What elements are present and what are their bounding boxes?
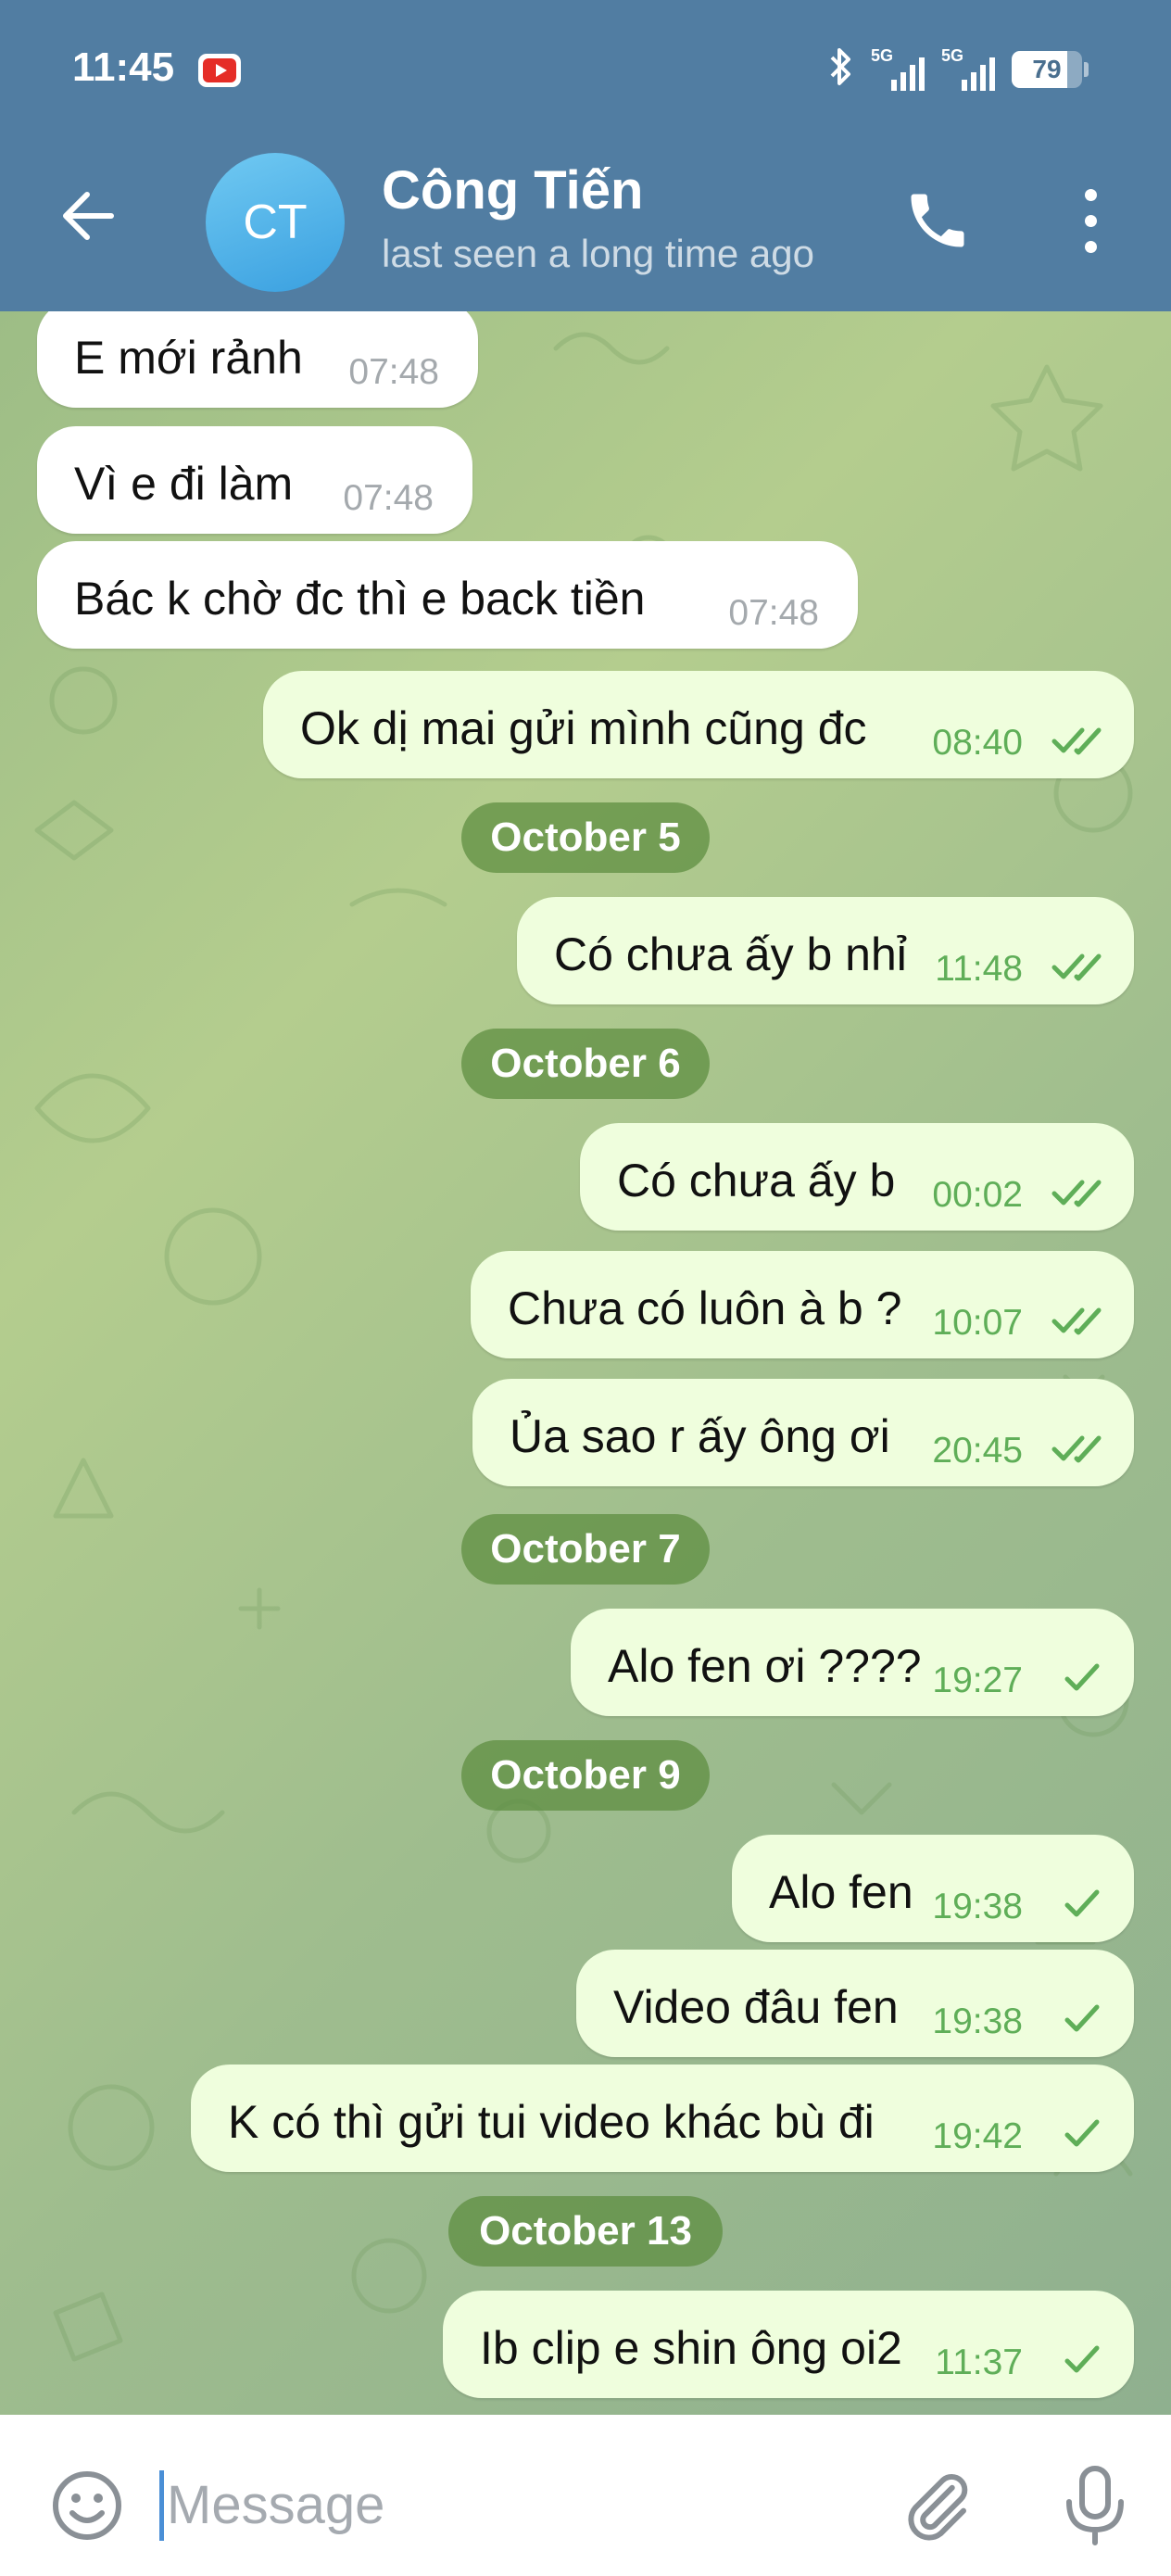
date-separator: October 13 [448,2196,723,2267]
message-text: Alo fen ơi ???? [608,1640,922,1692]
battery-icon: 79 [1012,51,1089,88]
message-bubble-outgoing[interactable]: Có chưa ấy b 00:02 [580,1123,1134,1231]
app-header: 11:45 5G 5G 79 CT Công Tiến last seen a … [0,0,1171,311]
double-check-icon [1051,1180,1102,1207]
message-time: 11:48 [935,949,1023,989]
status-icons: 5G 5G 79 [826,46,1089,94]
status-time: 11:45 [72,44,175,90]
message-time: 19:38 [932,2001,1023,2041]
double-check-icon [1051,953,1102,981]
message-bubble-outgoing[interactable]: K có thì gửi tui video khác bù đi 19:42 [191,2065,1134,2172]
youtube-icon [198,54,241,87]
message-time: 00:02 [932,1175,1023,1215]
avatar[interactable]: CT [206,153,345,292]
more-vertical-icon[interactable] [1073,189,1110,254]
message-bubble-incoming[interactable]: Bác k chờ đc thì e back tiền 07:48 [37,541,858,649]
message-bubble-outgoing[interactable]: Alo fen ơi ???? 19:27 [571,1609,1134,1716]
message-time: 19:27 [932,1661,1023,1700]
network-type-label: 5G [871,46,894,65]
check-icon [1064,2004,1100,2032]
message-bubble-incoming[interactable]: Vì e đi làm 07:48 [37,426,472,534]
message-time: 07:48 [343,478,434,518]
date-separator: October 5 [461,802,710,873]
message-bubble-outgoing[interactable]: Ib clip e shin ông oi2 11:37 [443,2291,1134,2398]
check-icon [1064,1663,1100,1691]
message-bubble-outgoing[interactable]: Video đâu fen 19:38 [576,1950,1134,2057]
date-separator: October 6 [461,1029,710,1099]
message-text: Ủa sao r ấy ông ơi [510,1410,890,1462]
message-text: Ok dị mai gửi mình cũng đc [300,702,867,754]
message-time: 19:38 [932,1887,1023,1926]
message-text: Chưa có luôn à b ? [508,1282,902,1334]
message-time: 19:42 [932,2116,1023,2156]
message-time: 07:48 [728,593,819,633]
phone-icon[interactable] [902,185,973,256]
message-bubble-outgoing[interactable]: Ok dị mai gửi mình cũng đc 08:40 [263,671,1134,778]
mic-icon[interactable] [1058,2463,1132,2548]
check-icon [1064,1889,1100,1917]
bluetooth-icon [826,46,854,94]
message-text: Ib clip e shin ông oi2 [480,2322,902,2374]
message-bubble-outgoing[interactable]: Có chưa ấy b nhỉ 11:48 [517,897,1134,1004]
message-bubble-outgoing[interactable]: Alo fen 19:38 [732,1835,1134,1942]
message-text: Có chưa ấy b [617,1155,896,1206]
signal-icon: 5G [871,46,925,91]
contact-status: last seen a long time ago [382,232,814,275]
text-cursor [159,2470,164,2541]
emoji-icon[interactable] [50,2469,124,2543]
check-icon [1064,2119,1100,2147]
message-bubble-outgoing[interactable]: Ủa sao r ấy ông ơi 20:45 [472,1379,1134,1486]
message-bubble-outgoing[interactable]: Chưa có luôn à b ? 10:07 [471,1251,1134,1358]
message-time: 07:48 [348,352,439,392]
check-icon [1064,2345,1100,2373]
message-text: Video đâu fen [613,1981,899,2033]
double-check-icon [1051,1435,1102,1463]
network-type-label: 5G [941,46,964,65]
message-bubble-incoming[interactable]: E mới rảnh 07:48 [37,311,478,408]
message-text: Có chưa ấy b nhỉ [554,928,907,980]
double-check-icon [1051,727,1102,755]
message-text: K có thì gửi tui video khác bù đi [228,2096,875,2148]
message-text: Alo fen [769,1866,913,1918]
message-text: E mới rảnh [74,332,303,384]
double-check-icon [1051,1307,1102,1335]
contact-name[interactable]: Công Tiến [382,159,643,221]
message-time: 08:40 [932,723,1023,763]
chat-area[interactable]: E mới rảnh 07:48 Vì e đi làm 07:48 Bác k… [0,311,1171,2415]
date-separator: October 7 [461,1514,710,1585]
battery-level: 79 [1032,55,1062,83]
message-composer [0,2415,1171,2576]
message-time: 10:07 [932,1303,1023,1343]
signal-icon: 5G [941,46,995,91]
message-text: Bác k chờ đc thì e back tiền [74,573,646,625]
attach-icon[interactable] [899,2467,976,2544]
back-arrow-icon[interactable] [56,183,120,248]
date-separator: October 9 [461,1740,710,1811]
message-text: Vì e đi làm [74,458,294,510]
message-time: 11:37 [935,2342,1023,2382]
message-time: 20:45 [932,1431,1023,1471]
message-input[interactable] [167,2463,815,2546]
